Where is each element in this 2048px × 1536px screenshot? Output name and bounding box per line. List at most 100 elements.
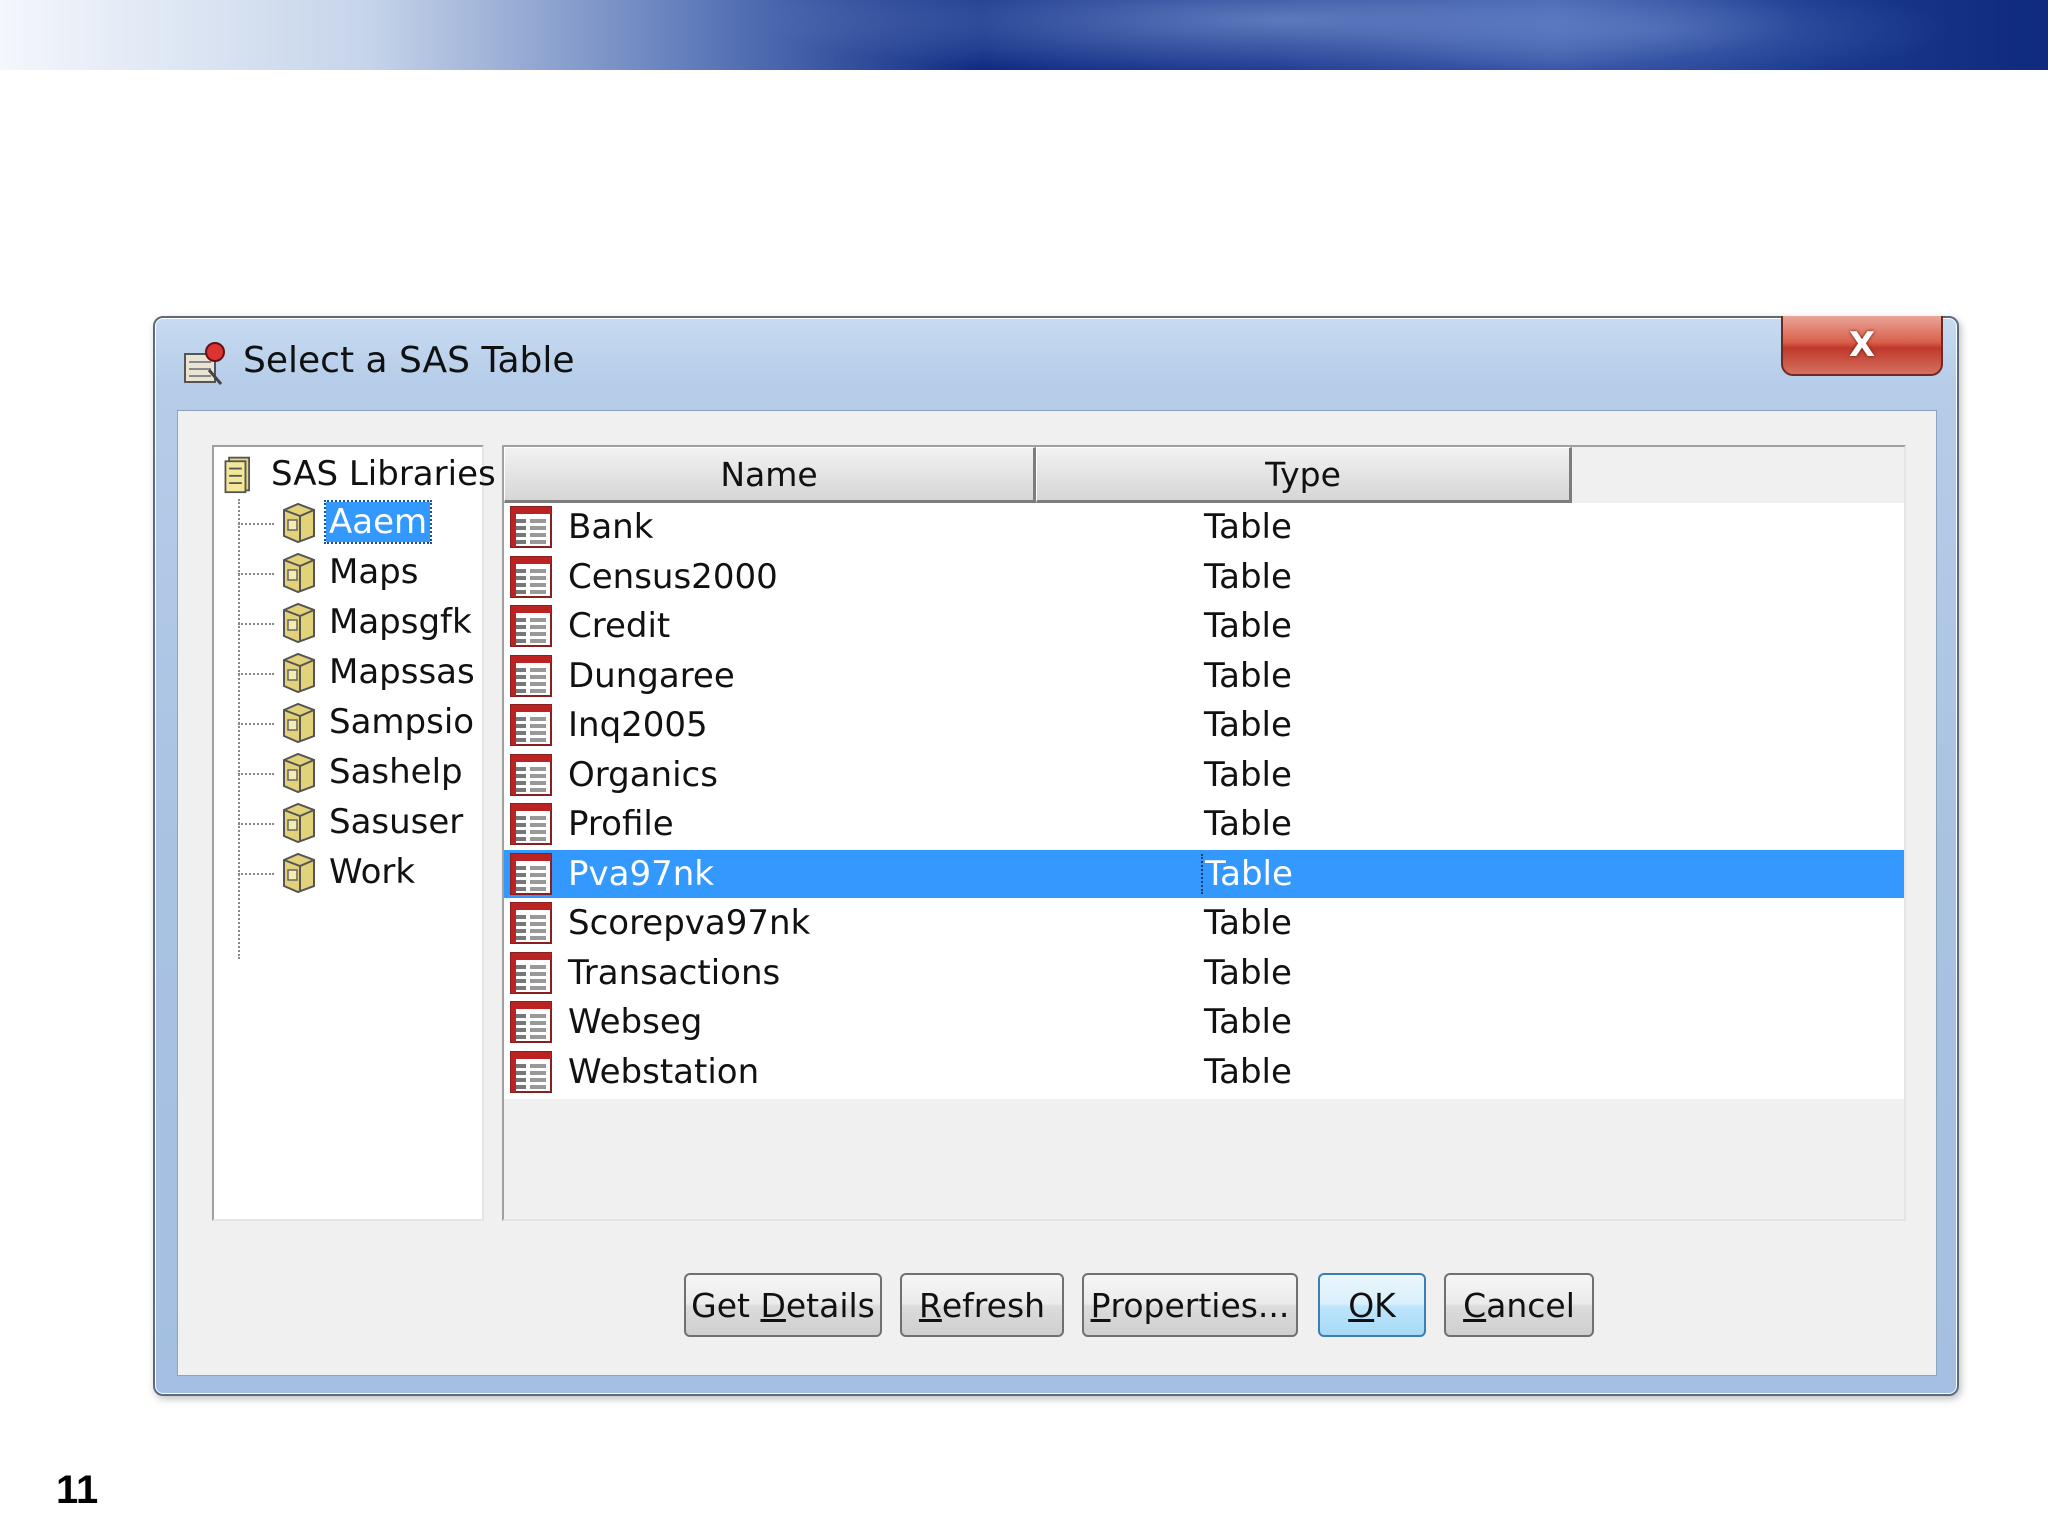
sas-table-icon [510, 506, 552, 548]
tree-connector-line [238, 673, 274, 675]
folder-library-icon [283, 552, 315, 594]
cell-name: Dungaree [568, 655, 735, 696]
tree-connector-line [238, 823, 274, 825]
tree-item-label: Work [329, 852, 416, 892]
tree-item-aaem[interactable]: Aaem [276, 499, 433, 545]
library-tree[interactable]: SAS Libraries Aaem Maps Mapsgfk Mapssas Samps… [212, 445, 496, 1221]
tree-item-maps[interactable]: Maps [276, 549, 421, 595]
tree-connector-line [238, 873, 274, 875]
mnemonic-letter: P [1090, 1285, 1111, 1325]
list-body: Bank Table Census2000 Table Credit Table Dunga… [504, 503, 1904, 1099]
library-icon [224, 456, 250, 494]
properties-button[interactable]: Properties... [1082, 1273, 1298, 1337]
cell-name: Webstation [568, 1051, 760, 1092]
tree-connector-line [238, 723, 274, 725]
cell-type: Table [1204, 556, 1292, 597]
cell-name: Organics [568, 754, 718, 795]
sas-table-icon [510, 753, 552, 796]
sas-app-icon [181, 340, 229, 388]
cell-name: Webseg [568, 1002, 703, 1042]
close-button[interactable]: X [1781, 316, 1943, 376]
column-header-name[interactable]: Name [504, 447, 1036, 503]
sas-table-icon [510, 704, 552, 746]
mnemonic-letter: O [1348, 1285, 1375, 1325]
table-row[interactable]: Pva97nk Table [504, 849, 1904, 898]
folder-library-icon [283, 602, 315, 644]
sas-table-icon [510, 605, 552, 647]
sas-table-icon [510, 555, 552, 598]
get-details-button[interactable]: Get Details [684, 1273, 882, 1337]
cell-type: Table [1204, 1051, 1292, 1092]
table-row[interactable]: Webstation Table [504, 1048, 1904, 1096]
table-row[interactable]: Webseg Table [504, 998, 1904, 1046]
button-text: efresh [941, 1285, 1046, 1325]
cell-type: Table [1204, 655, 1292, 696]
dialog-client-area: SAS Libraries Aaem Maps Mapsgfk Mapssas Samps… [177, 410, 1937, 1376]
cell-type: Table [1204, 1002, 1292, 1042]
cell-name: Transactions [568, 952, 781, 993]
cell-type: Table [1204, 606, 1292, 646]
tree-item-mapsgfk[interactable]: Mapsgfk [276, 599, 475, 645]
folder-library-icon [283, 802, 315, 844]
mnemonic-letter: C [1463, 1285, 1487, 1325]
table-row[interactable]: Credit Table [504, 602, 1904, 650]
table-row[interactable]: Inq2005 Table [504, 701, 1904, 749]
cell-type: Table [1204, 507, 1292, 547]
table-list[interactable]: Name Type Bank Table Census2000 Table Credit… [502, 445, 1906, 1221]
button-text: Get [691, 1285, 761, 1325]
cell-type: Table [1204, 754, 1292, 795]
tree-item-label: Sampsio [329, 702, 475, 742]
tree-root-sas-libraries[interactable]: SAS Libraries [220, 451, 499, 497]
button-text: ancel [1486, 1285, 1575, 1325]
slide-number: 11 [56, 1468, 99, 1512]
cell-name: Profile [568, 804, 674, 844]
cell-name: Scorepva97nk [568, 903, 811, 943]
folder-library-icon [283, 502, 315, 544]
sas-table-icon [510, 1001, 552, 1043]
tree-item-label: Sashelp [329, 752, 463, 792]
cell-name: Inq2005 [568, 705, 708, 745]
cancel-button[interactable]: Cancel [1444, 1273, 1594, 1337]
tree-item-sampsio[interactable]: Sampsio [276, 699, 477, 745]
cell-name: Census2000 [568, 556, 778, 597]
folder-library-icon [283, 752, 315, 794]
tree-item-sashelp[interactable]: Sashelp [276, 749, 466, 795]
tree-item-label: Mapsgfk [329, 602, 472, 642]
tree-item-label: Maps [329, 552, 419, 592]
table-row[interactable]: Organics Table [504, 751, 1904, 799]
button-text: etails [785, 1285, 875, 1325]
table-row[interactable]: Dungaree Table [504, 652, 1904, 700]
cell-type: Table [1204, 903, 1292, 943]
refresh-button[interactable]: Refresh [900, 1273, 1064, 1337]
cell-type: Table [1204, 952, 1292, 993]
tree-connector-line [238, 573, 274, 575]
tree-item-label: Aaem [323, 500, 433, 544]
close-icon: X [1848, 325, 1876, 365]
title-bar[interactable]: Select a SAS Table X [155, 316, 1957, 404]
tree-item-sasuser[interactable]: Sasuser [276, 799, 466, 845]
table-row[interactable]: Profile Table [504, 800, 1904, 848]
sas-table-icon [510, 803, 552, 845]
table-row[interactable]: Census2000 Table [504, 553, 1904, 601]
cell-type: Table [1204, 705, 1292, 745]
mnemonic-letter: D [760, 1285, 786, 1325]
cell-type: Table [1204, 804, 1292, 844]
tree-item-label: Mapssas [329, 652, 475, 692]
sas-table-icon [510, 654, 552, 697]
table-row[interactable]: Scorepva97nk Table [504, 899, 1904, 947]
list-header: Name Type [504, 447, 1904, 503]
table-row[interactable]: Bank Table [504, 503, 1904, 551]
select-sas-table-dialog: Select a SAS Table X SAS Libraries Aaem Ma… [153, 316, 1959, 1396]
tree-connector-line [238, 623, 274, 625]
folder-library-icon [283, 852, 315, 894]
cell-name: Pva97nk [568, 853, 714, 894]
dialog-title: Select a SAS Table [243, 340, 575, 381]
table-row[interactable]: Transactions Table [504, 949, 1904, 997]
tree-connector-line [238, 499, 240, 959]
tree-item-mapssas[interactable]: Mapssas [276, 649, 478, 695]
tree-item-work[interactable]: Work [276, 849, 418, 895]
tree-connector-line [238, 523, 274, 525]
ok-button[interactable]: OK [1318, 1273, 1426, 1337]
sas-table-icon [510, 902, 552, 944]
column-header-type[interactable]: Type [1036, 447, 1572, 503]
